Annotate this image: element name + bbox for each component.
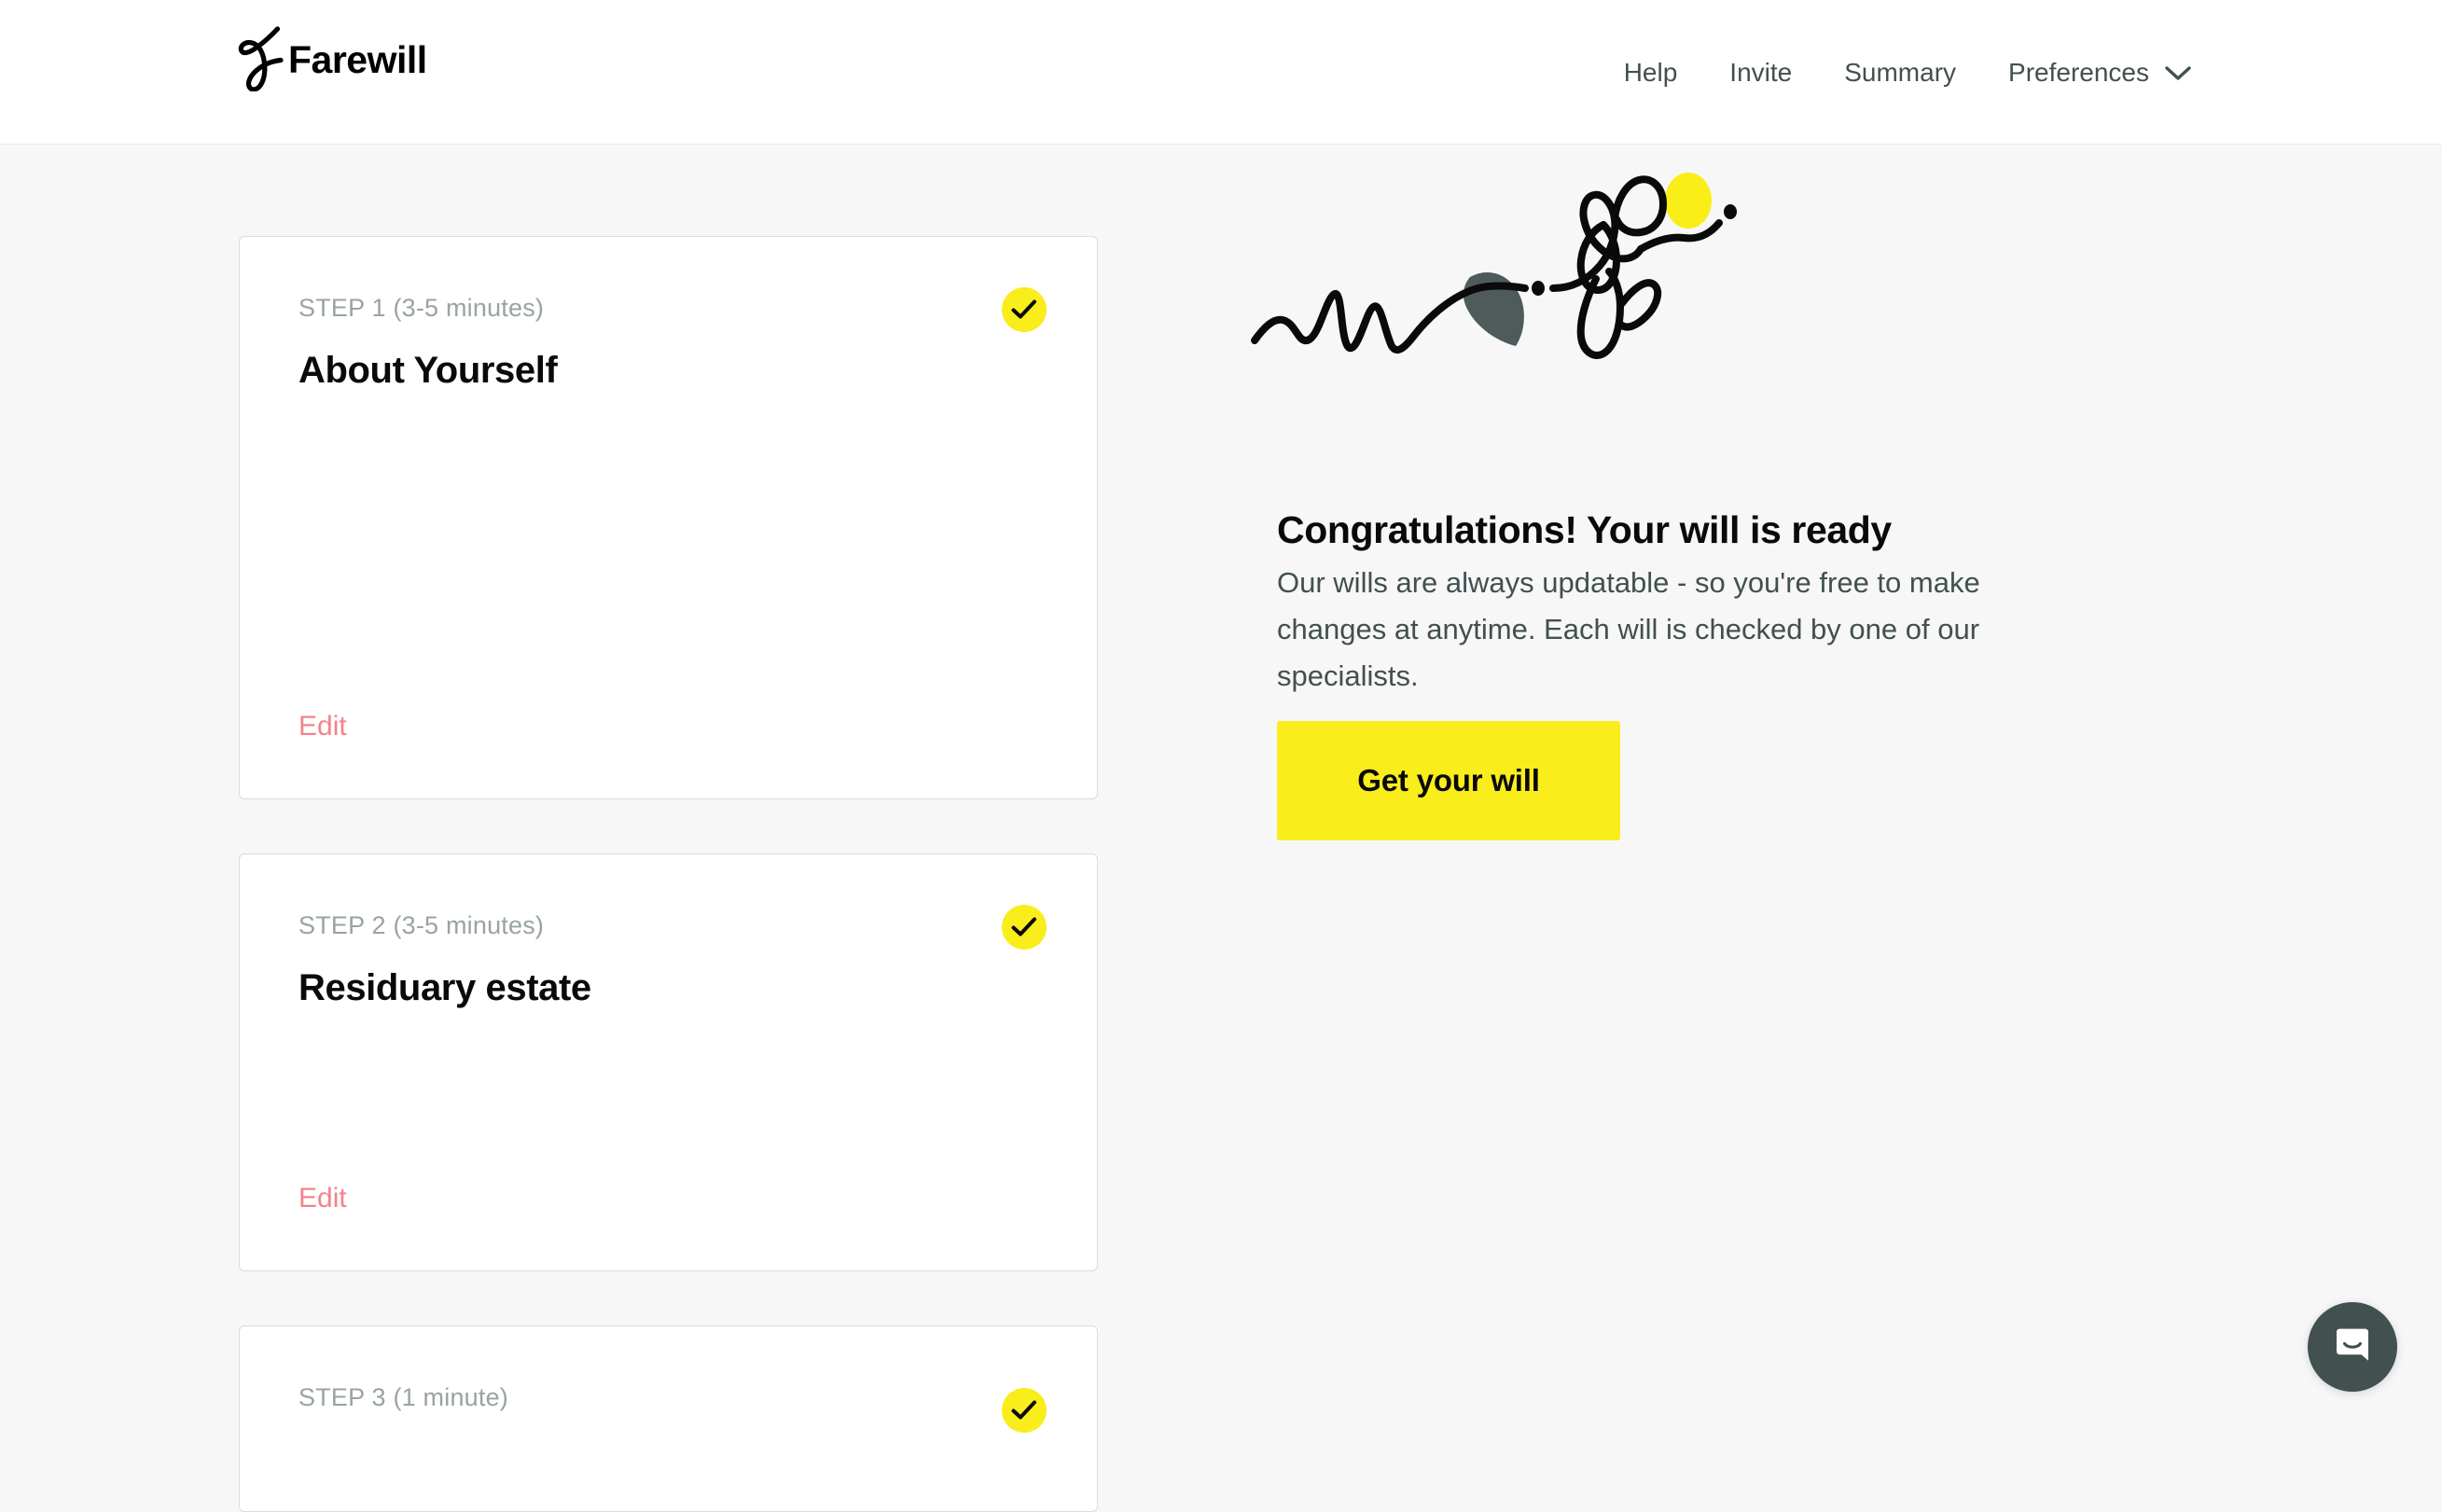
site-header: Farewill Help Invite Summary Preferences — [0, 0, 2442, 145]
step-3-complete-check-icon — [1002, 1388, 1047, 1433]
step-3-eyebrow: STEP 3 (1 minute) — [298, 1383, 508, 1411]
promo-heading: Congratulations! Your will is ready — [1277, 508, 1892, 551]
step-1-title: About Yourself — [298, 350, 558, 391]
main-navigation: Help Invite Summary Preferences — [1598, 0, 2192, 145]
step-card-3[interactable]: STEP 3 (1 minute) — [239, 1325, 1098, 1512]
step-1-eyebrow: STEP 1 (3-5 minutes) — [298, 294, 545, 322]
nav-item-help[interactable]: Help — [1598, 59, 1704, 86]
squiggle-line-illustration-icon — [1249, 163, 1771, 368]
page-content: STEP 1 (3-5 minutes) About Yourself Edit… — [0, 145, 2442, 1512]
step-card-1[interactable]: STEP 1 (3-5 minutes) About Yourself Edit — [239, 236, 1098, 799]
steps-list: STEP 1 (3-5 minutes) About Yourself Edit… — [239, 236, 1098, 1512]
step-2-title: Residuary estate — [298, 967, 591, 1008]
step-1-edit-link[interactable]: Edit — [298, 713, 347, 741]
farewill-f-logo-icon — [236, 24, 286, 96]
brand-logo-link[interactable]: Farewill — [236, 24, 427, 96]
nav-item-summary[interactable]: Summary — [1818, 59, 1982, 86]
chevron-down-icon — [2164, 61, 2192, 87]
step-1-complete-check-icon — [1002, 287, 1047, 332]
nav-item-invite[interactable]: Invite — [1703, 59, 1818, 86]
step-2-complete-check-icon — [1002, 905, 1047, 950]
step-2-eyebrow: STEP 2 (3-5 minutes) — [298, 911, 545, 939]
nav-item-preferences-label: Preferences — [2008, 57, 2149, 87]
nav-item-preferences[interactable]: Preferences — [1982, 58, 2192, 87]
get-your-will-button[interactable]: Get your will — [1277, 721, 1620, 840]
step-card-2[interactable]: STEP 2 (3-5 minutes) Residuary estate Ed… — [239, 853, 1098, 1271]
intercom-chat-launcher-button[interactable] — [2308, 1302, 2397, 1392]
step-2-edit-link[interactable]: Edit — [298, 1185, 347, 1213]
brand-name: Farewill — [288, 38, 427, 81]
promo-body-text: Our wills are always updatable - so you'… — [1277, 566, 1980, 692]
intercom-chat-bubble-icon — [2331, 1325, 2374, 1370]
